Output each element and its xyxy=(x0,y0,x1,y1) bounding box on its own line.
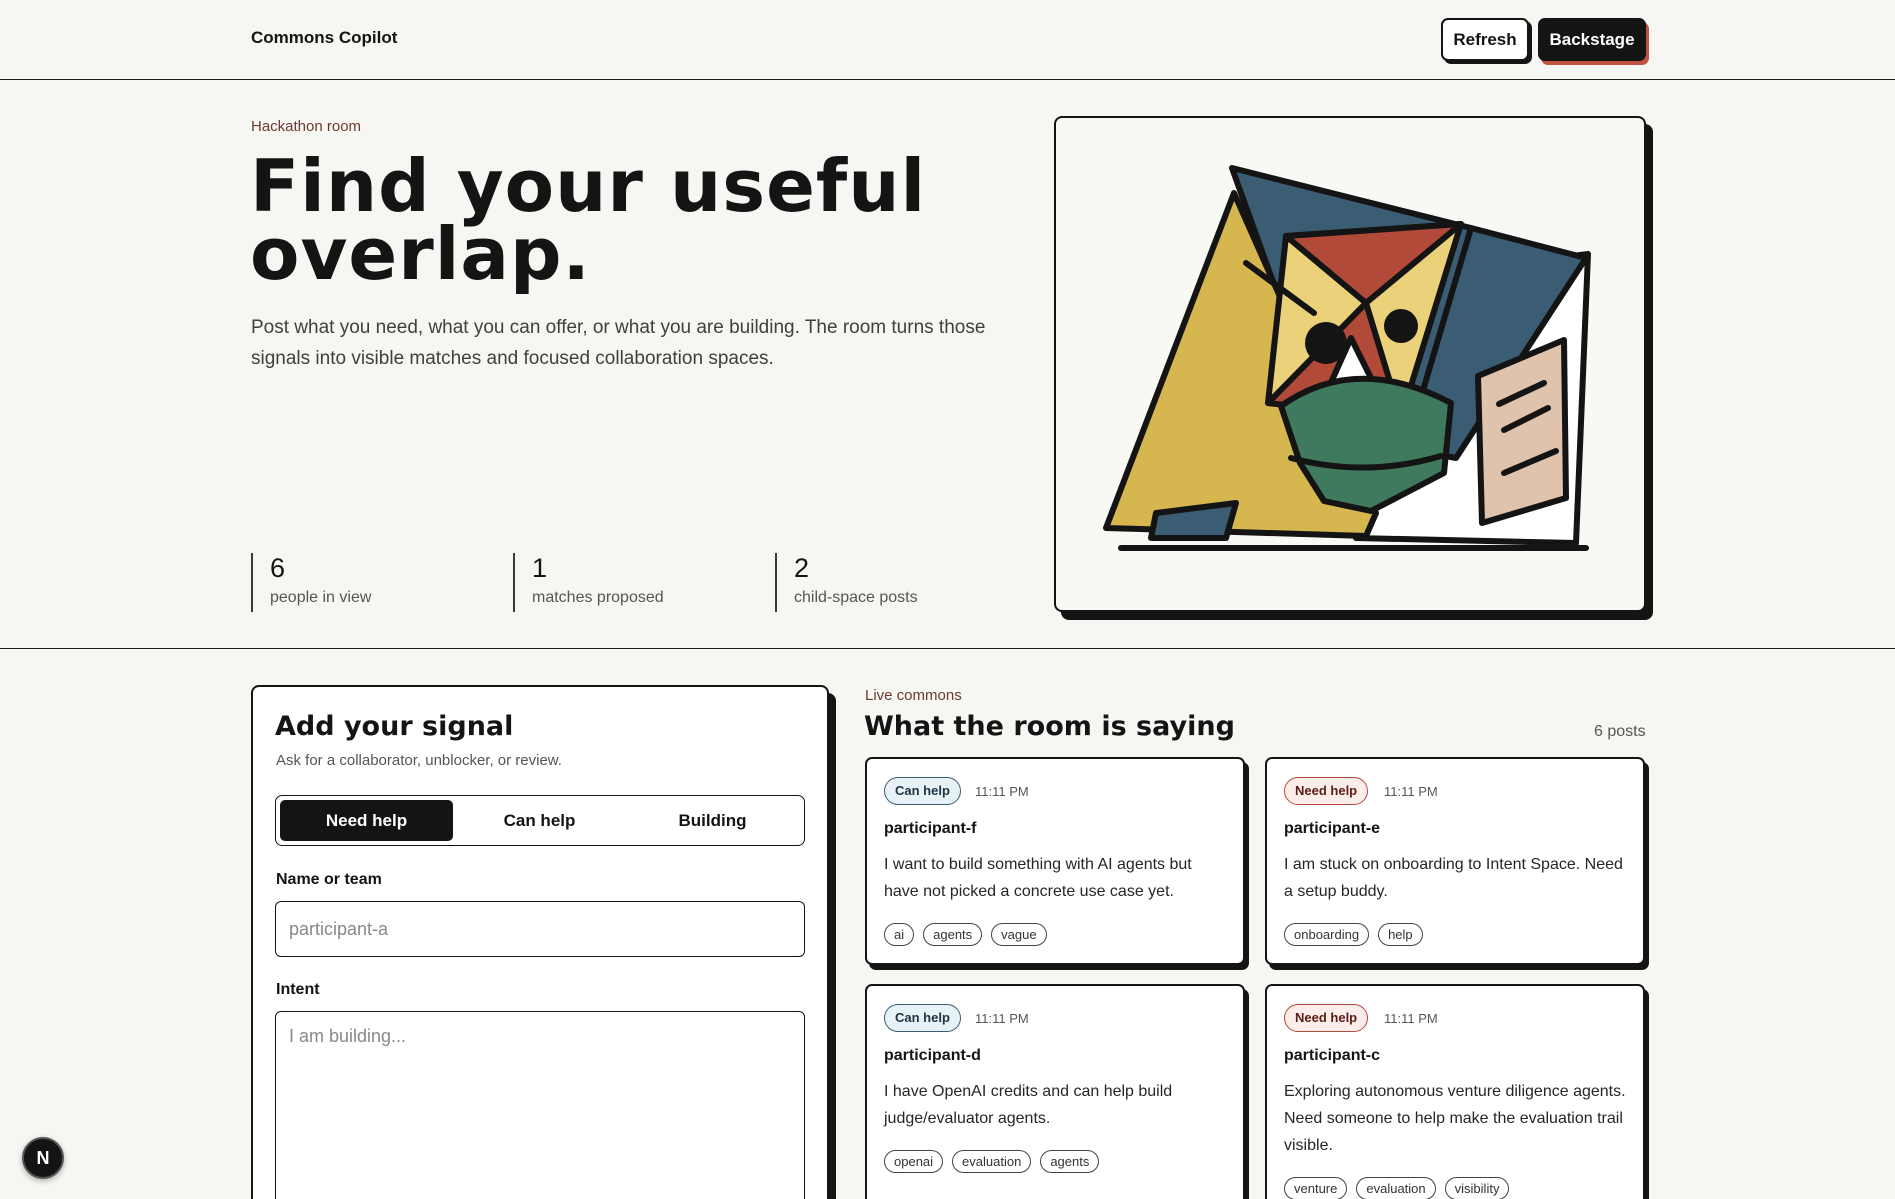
live-eyebrow: Live commons xyxy=(865,687,962,704)
mode-building-button[interactable]: Building xyxy=(626,800,799,841)
post-badge: Need help xyxy=(1284,1004,1369,1032)
tag[interactable]: agents xyxy=(1040,1150,1100,1173)
stat-label: matches proposed xyxy=(532,589,664,606)
post-badge: Can help xyxy=(884,1004,961,1032)
stat-value: 2 xyxy=(794,553,810,583)
abstract-illustration xyxy=(1103,165,1591,551)
post-count: 6 posts xyxy=(1594,723,1646,740)
mode-need-help-button[interactable]: Need help xyxy=(280,800,453,841)
top-bar: Commons Copilot Refresh Backstage xyxy=(0,0,1895,80)
post-tags: ai agents vague xyxy=(884,923,1047,946)
refresh-button[interactable]: Refresh xyxy=(1441,18,1529,61)
post-body: I am stuck on onboarding to Intent Space… xyxy=(1284,856,1623,900)
hero-subtitle: Post what you need, what you can offer, … xyxy=(251,317,986,369)
black-dot-left xyxy=(1305,322,1347,364)
form-subtitle: Ask for a collaborator, unblocker, or re… xyxy=(276,752,562,769)
stat-value: 6 xyxy=(270,553,286,583)
tag[interactable]: agents xyxy=(923,923,983,946)
post-badge: Need help xyxy=(1284,777,1369,805)
tag[interactable]: onboarding xyxy=(1284,923,1370,946)
post-body: Exploring autonomous venture diligence a… xyxy=(1284,1083,1626,1154)
post-card[interactable]: Need help 11:11 PM participant-e I am st… xyxy=(1265,757,1645,965)
tag[interactable]: evaluation xyxy=(952,1150,1032,1173)
backstage-button[interactable]: Backstage xyxy=(1538,18,1646,61)
name-input[interactable] xyxy=(275,901,805,957)
post-author: participant-e xyxy=(1284,820,1381,837)
tag[interactable]: help xyxy=(1378,923,1423,946)
stat-label: child-space posts xyxy=(794,589,918,606)
tag[interactable]: evaluation xyxy=(1356,1177,1436,1199)
brand-name[interactable]: Commons Copilot xyxy=(251,28,397,48)
form-title: Add your signal xyxy=(275,711,514,742)
post-body: I want to build something with AI agents… xyxy=(884,856,1192,900)
post-author: participant-d xyxy=(884,1047,981,1064)
intent-field-label: Intent xyxy=(276,981,320,998)
stat-label: people in view xyxy=(270,589,372,606)
hero-title: Find your useful overlap. xyxy=(250,150,950,290)
post-time: 11:11 PM xyxy=(975,784,1029,799)
post-card[interactable]: Can help 11:11 PM participant-f I want t… xyxy=(865,757,1245,965)
stat-matches: 1 matches proposed xyxy=(513,553,713,612)
nextjs-dev-indicator-icon[interactable]: N xyxy=(22,1137,64,1179)
post-time: 11:11 PM xyxy=(1384,784,1438,799)
post-author: participant-f xyxy=(884,820,977,837)
post-badge: Can help xyxy=(884,777,961,805)
hero-title-line2: overlap. xyxy=(250,212,591,296)
post-time: 11:11 PM xyxy=(975,1011,1029,1026)
tag[interactable]: openai xyxy=(884,1150,944,1173)
live-title: What the room is saying xyxy=(864,711,1235,742)
stat-value: 1 xyxy=(532,553,548,583)
post-author: participant-c xyxy=(1284,1047,1381,1064)
tag[interactable]: venture xyxy=(1284,1177,1348,1199)
stat-people: 6 people in view xyxy=(251,553,451,612)
post-card[interactable]: Can help 11:11 PM participant-d I have O… xyxy=(865,984,1245,1199)
hero-illustration-card xyxy=(1054,116,1646,612)
post-tags: venture evaluation visibility xyxy=(1284,1177,1510,1199)
tag[interactable]: ai xyxy=(884,923,915,946)
post-tags: openai evaluation agents xyxy=(884,1150,1100,1173)
stat-child-spaces: 2 child-space posts xyxy=(775,553,975,612)
post-card[interactable]: Need help 11:11 PM participant-c Explori… xyxy=(1265,984,1645,1199)
add-signal-panel: Add your signal Ask for a collaborator, … xyxy=(251,685,829,1199)
mode-can-help-button[interactable]: Can help xyxy=(453,800,626,841)
hero-eyebrow: Hackathon room xyxy=(251,118,362,135)
intent-textarea[interactable] xyxy=(275,1011,805,1199)
post-body: I have OpenAI credits and can help build… xyxy=(884,1083,1173,1127)
peach-card-shape xyxy=(1475,337,1569,526)
name-field-label: Name or team xyxy=(276,871,382,888)
hero-section: Hackathon room Find your useful overlap.… xyxy=(0,80,1895,649)
tag[interactable]: vague xyxy=(991,923,1047,946)
signal-type-toggle: Need help Can help Building xyxy=(275,795,805,846)
post-time: 11:11 PM xyxy=(1384,1011,1438,1026)
post-tags: onboarding help xyxy=(1284,923,1423,946)
tag[interactable]: visibility xyxy=(1444,1177,1510,1199)
black-dot-right xyxy=(1384,309,1418,343)
